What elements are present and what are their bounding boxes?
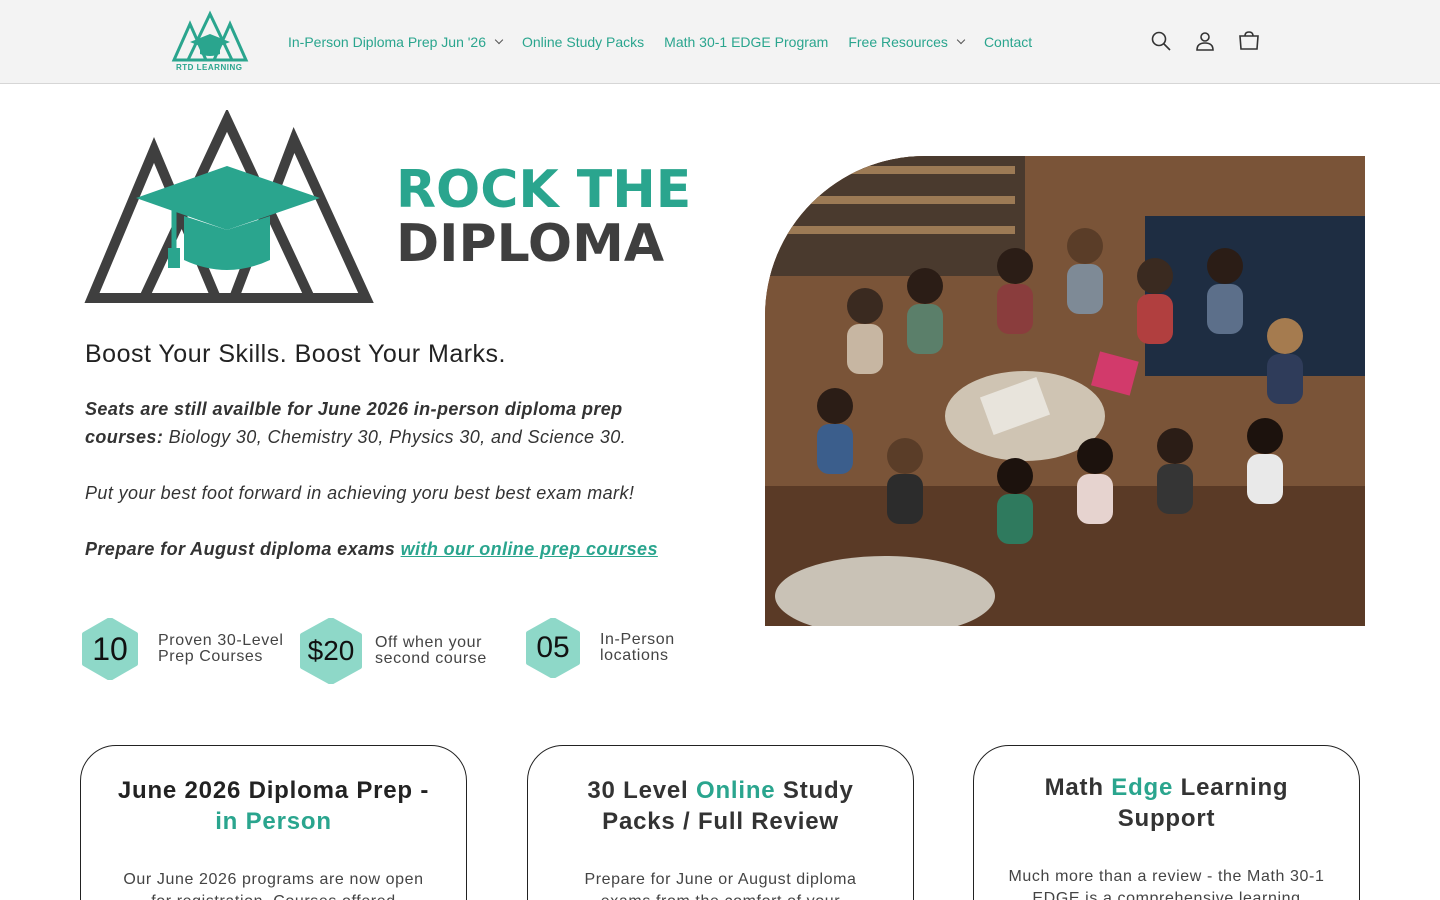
brand-line-2: DIPLOMA <box>396 214 665 274</box>
card-in-person-prep[interactable]: June 2026 Diploma Prep - in Person Our J… <box>80 745 467 900</box>
logo-text: RTD LEARNING <box>176 63 243 72</box>
stat-value: 10 <box>92 630 128 667</box>
nav-label: Contact <box>983 34 1033 50</box>
hero-tagline: Boost Your Skills. Boost Your Marks. <box>85 340 506 368</box>
nav-label: Online Study Packs <box>522 34 645 50</box>
online-prep-link[interactable]: with our online prep courses <box>401 539 658 559</box>
card-body: Much more than a review - the Math 30-1 … <box>1008 868 1325 900</box>
card-title: 30 Level Online Study Packs / Full Revie… <box>528 775 913 837</box>
stat-value: $20 <box>307 635 355 666</box>
seats-courses-text: Biology 30, Chemistry 30, Physics 30, an… <box>163 427 627 447</box>
card-title: June 2026 Diploma Prep - in Person <box>81 775 466 837</box>
stat-label: Off when your second course <box>375 635 487 667</box>
site-header: RTD LEARNING In-Person Diploma Prep Jun … <box>0 0 1440 84</box>
hero-logo: ROCK THE DIPLOMA <box>84 108 694 310</box>
stat-hexagon: $20 <box>300 618 362 684</box>
card-body: Our June 2026 programs are now open for … <box>123 871 424 900</box>
stat-hexagon: 05 <box>526 618 580 678</box>
stat-discount: $20 Off when your second course <box>300 618 487 684</box>
nav-math-edge-program[interactable]: Math 30-1 EDGE Program <box>654 34 838 50</box>
chevron-down-icon <box>494 35 504 45</box>
account-icon[interactable] <box>1194 26 1216 56</box>
stat-label: Proven 30-Level Prep Courses <box>158 633 284 665</box>
card-body: Prepare for June or August diploma exams… <box>584 871 857 900</box>
stat-value: 05 <box>536 631 570 664</box>
stat-courses: 10 Proven 30-Level Prep Courses <box>82 618 284 680</box>
card-title: Math Edge Learning Support <box>974 772 1359 834</box>
nav-in-person-prep[interactable]: In-Person Diploma Prep Jun '26 <box>278 34 512 50</box>
card-title-accent: Edge <box>1111 774 1174 801</box>
hero-paragraph-motivation: Put your best foot forward in achieving … <box>85 483 635 503</box>
stat-locations: 05 In-Person locations <box>526 618 675 678</box>
chevron-down-icon <box>956 35 966 45</box>
stat-label-line: Proven 30-Level <box>158 632 284 649</box>
stat-label-line: second course <box>375 650 487 667</box>
august-strong-text: Prepare for August diploma exams <box>85 539 401 559</box>
site-logo[interactable]: RTD LEARNING <box>170 10 250 74</box>
card-math-edge[interactable]: Math Edge Learning Support Much more tha… <box>973 745 1360 900</box>
hero-paragraph-seats: Seats are still availble for June 2026 i… <box>85 395 705 451</box>
search-icon[interactable] <box>1150 26 1172 56</box>
stat-hexagon: 10 <box>82 618 138 680</box>
card-title-part: 30 Level <box>587 777 696 804</box>
card-title-part: Math <box>1044 774 1112 801</box>
nav-online-study-packs[interactable]: Online Study Packs <box>512 34 654 50</box>
nav-label: In-Person Diploma Prep Jun '26 <box>288 34 486 50</box>
nav-label: Free Resources <box>848 34 948 50</box>
stat-label-line: locations <box>600 647 669 664</box>
card-online-study-packs[interactable]: 30 Level Online Study Packs / Full Revie… <box>527 745 914 900</box>
brand-line-1: ROCK THE <box>396 160 692 220</box>
nav-free-resources[interactable]: Free Resources <box>838 34 974 50</box>
stat-label-line: Off when your <box>375 634 483 651</box>
card-title-accent: in Person <box>215 808 332 835</box>
stat-label: In-Person locations <box>600 632 675 664</box>
header-icons <box>1150 26 1260 56</box>
nav-label: Math 30-1 EDGE Program <box>664 34 829 50</box>
main-nav: In-Person Diploma Prep Jun '26 Online St… <box>278 0 1042 84</box>
stat-label-line: Prep Courses <box>158 648 264 665</box>
mountains-cap-icon <box>84 108 374 303</box>
card-title-accent: Online <box>695 777 776 804</box>
hero-paragraph-august: Prepare for August diploma exams with ou… <box>85 535 705 563</box>
card-title-line: June 2026 Diploma Prep - <box>117 777 430 804</box>
stat-label-line: In-Person <box>600 631 675 648</box>
hero-students-image <box>765 156 1365 626</box>
cart-icon[interactable] <box>1238 26 1260 56</box>
nav-contact[interactable]: Contact <box>974 34 1042 50</box>
